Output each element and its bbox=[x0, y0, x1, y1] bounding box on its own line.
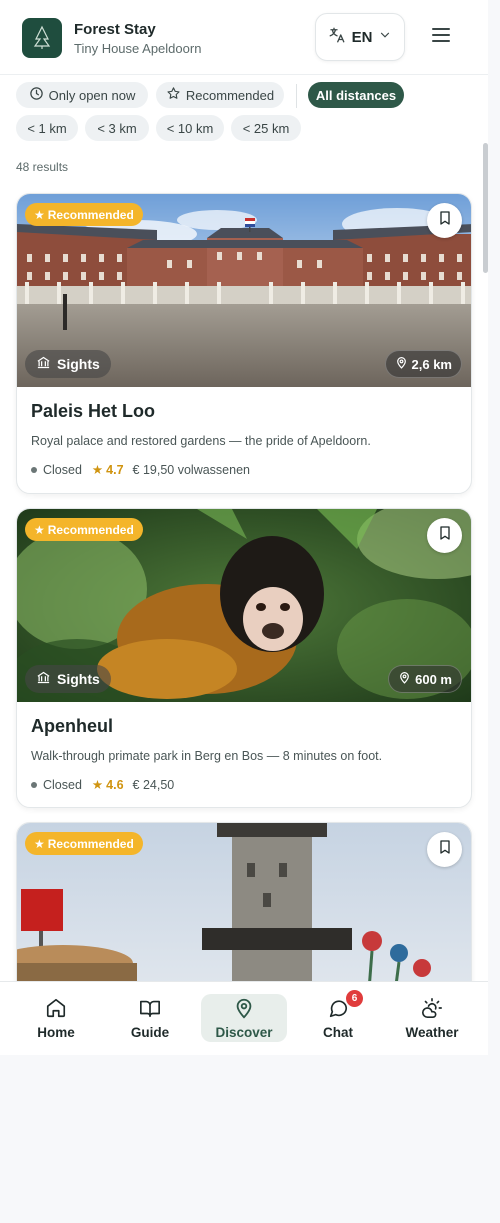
language-selector[interactable]: EN bbox=[315, 13, 405, 61]
language-code: EN bbox=[351, 28, 373, 46]
results-count: 48 results bbox=[16, 160, 69, 174]
nav-weather-label: Weather bbox=[405, 1024, 459, 1040]
category-label: Sights bbox=[57, 671, 100, 687]
filter-divider bbox=[296, 84, 297, 108]
price: € 19,50 volwassenen bbox=[132, 462, 250, 477]
app-title: Forest Stay bbox=[74, 21, 156, 38]
nav-home-label: Home bbox=[37, 1024, 75, 1040]
filter-all-distances[interactable]: All distances bbox=[308, 82, 404, 108]
status-dot bbox=[31, 781, 37, 788]
map-pin-icon bbox=[233, 997, 255, 1022]
category-pill: Sights bbox=[25, 350, 111, 378]
chevron-down-icon bbox=[378, 28, 392, 47]
menu-button[interactable] bbox=[426, 22, 456, 52]
partly-cloudy-icon bbox=[421, 997, 443, 1022]
open-status: Closed bbox=[43, 462, 82, 477]
bookmark-icon bbox=[437, 839, 453, 860]
distance-chip-label: < 25 km bbox=[242, 120, 290, 136]
star-icon: ★ bbox=[91, 463, 104, 477]
filter-distance-3km[interactable]: < 3 km bbox=[85, 115, 149, 141]
nav-guide-label: Guide bbox=[130, 1024, 170, 1040]
place-card[interactable]: ★ Recommended Sights 600 m Apenheul Walk… bbox=[16, 508, 472, 808]
filter-recommended-label: Recommended bbox=[185, 87, 275, 103]
filter-recommended[interactable]: Recommended bbox=[156, 82, 284, 108]
bottom-navigation: Home Guide Discover Chat 6 Weather bbox=[0, 981, 488, 1055]
distance-pill: 2,6 km bbox=[384, 350, 462, 378]
rating: ★ 4.6 bbox=[91, 777, 124, 793]
filter-open-now[interactable]: Only open now bbox=[16, 82, 148, 108]
filter-distance-25km[interactable]: < 25 km bbox=[231, 115, 301, 141]
nav-discover[interactable]: Discover bbox=[201, 994, 287, 1042]
price: € 24,50 bbox=[132, 777, 175, 792]
recommended-badge-label: Recommended bbox=[47, 836, 134, 851]
place-title: Apenheul bbox=[31, 716, 114, 736]
bookmark-button[interactable] bbox=[427, 203, 462, 238]
distance-label: 2,6 km bbox=[411, 356, 452, 372]
nav-weather[interactable]: Weather bbox=[389, 994, 475, 1042]
rating-value: 4.7 bbox=[106, 462, 124, 477]
star-outline-icon bbox=[166, 86, 181, 104]
chat-notification-badge: 6 bbox=[346, 990, 363, 1007]
star-icon: ★ bbox=[34, 522, 45, 537]
distance-chip-label: < 1 km bbox=[27, 120, 67, 136]
star-icon: ★ bbox=[34, 836, 45, 851]
bookmark-button[interactable] bbox=[427, 518, 462, 553]
app-logo bbox=[22, 18, 62, 58]
star-icon: ★ bbox=[91, 778, 104, 792]
nav-chat-label: Chat bbox=[323, 1024, 353, 1040]
place-card[interactable]: ★ Recommended Sights 2,6 km Paleis Het L… bbox=[16, 193, 472, 494]
open-status: Closed bbox=[43, 777, 82, 792]
place-image: ★ Recommended Sights 600 m bbox=[17, 509, 471, 702]
recommended-badge: ★ Recommended bbox=[25, 203, 143, 226]
distance-pill: 600 m bbox=[388, 665, 462, 693]
app-header: Forest Stay Tiny House Apeldoorn EN bbox=[0, 0, 488, 75]
book-icon bbox=[139, 997, 161, 1022]
recommended-badge-label: Recommended bbox=[47, 522, 134, 537]
place-description: Royal palace and restored gardens — the … bbox=[31, 434, 371, 448]
place-title: Paleis Het Loo bbox=[31, 401, 156, 421]
nav-home[interactable]: Home bbox=[13, 994, 99, 1042]
rating: ★ 4.7 bbox=[91, 462, 124, 478]
nav-discover-label: Discover bbox=[215, 1024, 273, 1040]
category-label: Sights bbox=[57, 356, 100, 372]
filter-all-distances-label: All distances bbox=[315, 87, 397, 103]
place-description: Walk-through primate park in Berg en Bos… bbox=[31, 749, 383, 763]
status-dot bbox=[31, 466, 37, 473]
landmark-icon bbox=[36, 670, 51, 688]
distance-chip-label: < 10 km bbox=[166, 120, 214, 136]
recommended-badge: ★ Recommended bbox=[25, 832, 143, 855]
recommended-badge-label: Recommended bbox=[47, 207, 134, 222]
nav-chat[interactable]: Chat 6 bbox=[295, 990, 381, 1042]
distance-label: 600 m bbox=[415, 671, 452, 687]
location-pin-icon bbox=[395, 356, 408, 372]
filter-open-now-label: Only open now bbox=[48, 87, 136, 103]
bookmark-icon bbox=[437, 525, 453, 546]
home-icon bbox=[45, 997, 67, 1022]
landmark-icon bbox=[36, 355, 51, 373]
category-pill: Sights bbox=[25, 665, 111, 693]
bookmark-button[interactable] bbox=[427, 832, 462, 867]
translate-icon bbox=[328, 26, 346, 49]
app-screen: Forest Stay Tiny House Apeldoorn EN Only… bbox=[0, 0, 488, 1055]
location-pin-icon bbox=[398, 671, 411, 687]
filter-distance-10km[interactable]: < 10 km bbox=[156, 115, 224, 141]
star-icon: ★ bbox=[34, 207, 45, 222]
place-meta: Closed ★ 4.6 € 24,50 bbox=[31, 777, 457, 792]
bookmark-icon bbox=[437, 210, 453, 231]
rating-value: 4.6 bbox=[106, 777, 124, 792]
distance-chip-label: < 3 km bbox=[97, 120, 137, 136]
hamburger-icon bbox=[431, 27, 451, 48]
clock-icon bbox=[29, 86, 44, 104]
scrollbar[interactable] bbox=[483, 143, 488, 273]
filter-distance-1km[interactable]: < 1 km bbox=[16, 115, 78, 141]
app-subtitle: Tiny House Apeldoorn bbox=[74, 41, 202, 56]
nav-guide[interactable]: Guide bbox=[107, 994, 193, 1042]
recommended-badge: ★ Recommended bbox=[25, 518, 143, 541]
place-image: ★ Recommended Sights 2,6 km bbox=[17, 194, 471, 387]
place-meta: Closed ★ 4.7 € 19,50 volwassenen bbox=[31, 462, 457, 477]
